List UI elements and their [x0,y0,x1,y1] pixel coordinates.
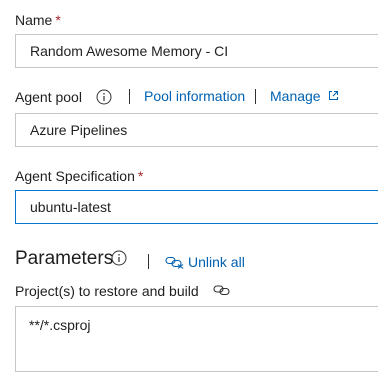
projects-textarea[interactable]: **/*.csproj [15,306,378,372]
agent-pool-select[interactable]: Azure Pipelines [15,113,378,147]
separator [129,89,130,104]
required-mark: * [55,12,61,28]
pool-information-link[interactable]: Pool information [144,87,245,105]
projects-value: **/*.csproj [29,317,91,333]
projects-label: Project(s) to restore and build [15,283,199,299]
unlink-icon [165,256,184,269]
parameters-heading: Parameters [15,248,114,269]
unlink-all-text: Unlink all [188,254,245,270]
agent-spec-label: Agent Specification * [15,167,143,185]
info-icon[interactable] [96,89,112,105]
unlink-all-button[interactable]: Unlink all [165,253,245,271]
agent-spec-value: ubuntu-latest [30,199,111,215]
external-link-icon [329,91,339,100]
link-chain-icon[interactable] [213,284,231,296]
name-label-text: Name [15,12,53,28]
required-mark: * [137,168,144,184]
name-label: Name * [15,11,61,29]
agent-spec-select[interactable]: ubuntu-latest [15,190,378,224]
agent-spec-label-text: Agent Specification [15,168,135,184]
separator [148,254,149,269]
name-input-value: Random Awesome Memory - CI [30,43,229,59]
manage-link-text: Manage [270,88,321,104]
manage-link[interactable]: Manage [270,87,339,105]
name-input[interactable]: Random Awesome Memory - CI [15,34,378,68]
separator [255,89,256,104]
agent-pool-label: Agent pool [15,89,82,105]
info-icon[interactable] [111,250,127,266]
agent-pool-value: Azure Pipelines [30,122,128,138]
